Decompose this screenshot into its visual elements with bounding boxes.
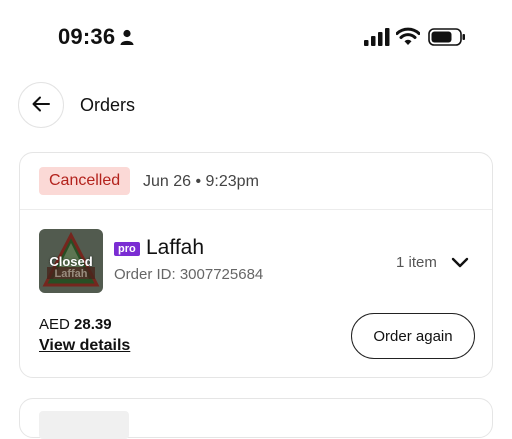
battery-icon bbox=[428, 28, 466, 51]
currency-label: AED bbox=[39, 316, 70, 333]
pro-badge: pro bbox=[114, 242, 140, 256]
chevron-down-icon[interactable] bbox=[450, 255, 470, 276]
order-date: Jun 26 • 9:23pm bbox=[143, 173, 259, 190]
card-divider bbox=[20, 209, 492, 210]
back-button[interactable] bbox=[18, 82, 64, 128]
price-amount: 28.39 bbox=[74, 316, 112, 333]
order-card[interactable]: Cancelled Jun 26 • 9:23pm Laffah Closed … bbox=[19, 152, 493, 378]
restaurant-logo: Laffah Closed bbox=[39, 229, 103, 293]
signal-icon bbox=[364, 28, 390, 51]
next-order-card[interactable] bbox=[19, 398, 493, 439]
next-order-status-badge bbox=[39, 411, 129, 439]
arrow-left-icon bbox=[31, 94, 51, 117]
order-again-button[interactable]: Order again bbox=[351, 313, 475, 359]
restaurant-name: Laffah bbox=[146, 236, 205, 259]
item-count[interactable]: 1 item bbox=[396, 254, 437, 271]
status-bar: 09:36 bbox=[0, 0, 512, 76]
closed-label: Closed bbox=[49, 253, 93, 269]
page-title: Orders bbox=[80, 95, 136, 115]
order-id: Order ID: 3007725684 bbox=[114, 266, 264, 283]
status-badge: Cancelled bbox=[39, 167, 131, 195]
view-details-link[interactable]: View details bbox=[39, 337, 130, 355]
status-time: 09:36 bbox=[58, 24, 116, 49]
wifi-icon bbox=[395, 27, 421, 51]
person-icon bbox=[120, 29, 134, 50]
order-total: AED 28.39 bbox=[39, 316, 112, 333]
